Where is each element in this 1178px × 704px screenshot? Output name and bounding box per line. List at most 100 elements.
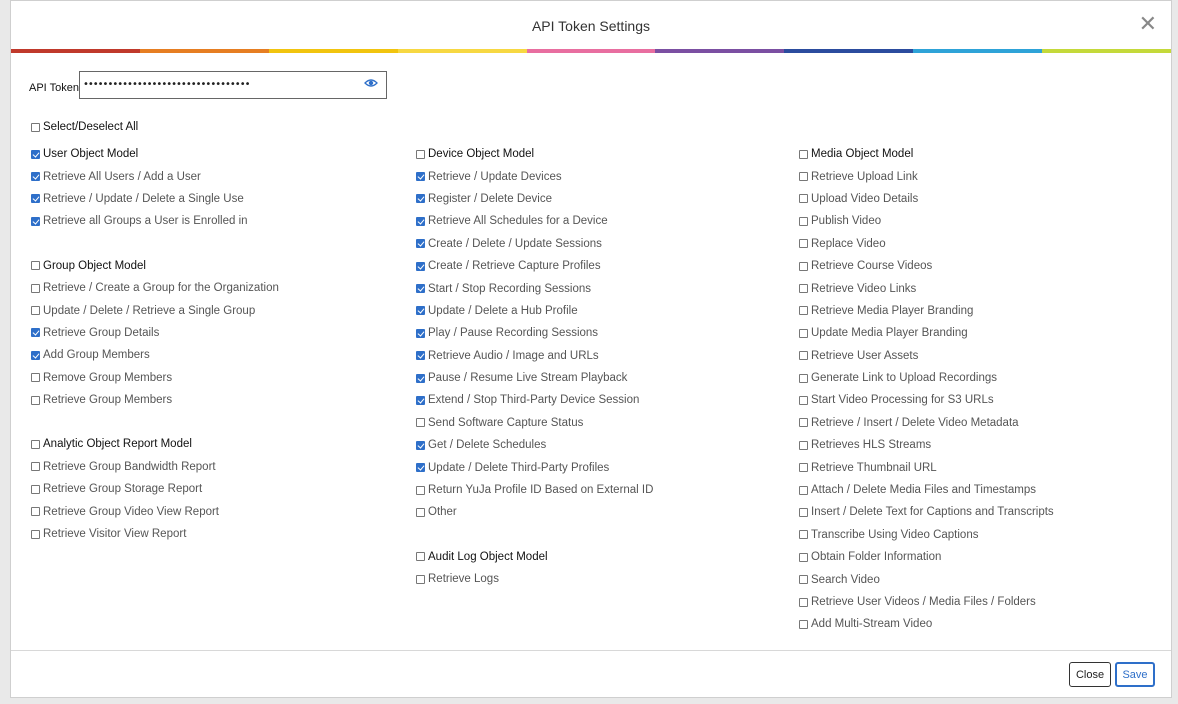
permission-checkbox-row[interactable]: Retrieve Media Player Branding bbox=[799, 300, 1054, 322]
permission-checkbox[interactable] bbox=[799, 440, 808, 450]
permission-checkbox[interactable] bbox=[799, 284, 808, 294]
close-icon[interactable]: ✕ bbox=[1139, 13, 1157, 35]
permission-checkbox-row[interactable]: Pause / Resume Live Stream Playback bbox=[416, 367, 653, 389]
permission-checkbox-row[interactable]: Attach / Delete Media Files and Timestam… bbox=[799, 479, 1054, 501]
permission-checkbox[interactable] bbox=[799, 216, 808, 226]
permission-checkbox[interactable] bbox=[416, 216, 425, 226]
permission-checkbox-row[interactable]: Retrieve / Update Devices bbox=[416, 165, 653, 187]
permission-checkbox[interactable] bbox=[31, 529, 40, 539]
permission-checkbox-row[interactable]: Publish Video bbox=[799, 210, 1054, 232]
permission-checkbox[interactable] bbox=[799, 575, 808, 585]
permission-checkbox[interactable] bbox=[416, 306, 425, 316]
permission-checkbox[interactable] bbox=[31, 172, 40, 182]
permission-checkbox[interactable] bbox=[31, 462, 40, 472]
select-all-checkbox-row[interactable]: Select/Deselect All bbox=[31, 116, 138, 138]
permission-checkbox[interactable] bbox=[416, 239, 425, 249]
group-user-object-model-checkbox-row[interactable]: User Object Model bbox=[31, 143, 279, 165]
permission-checkbox[interactable] bbox=[416, 373, 425, 383]
permission-checkbox-row[interactable]: Replace Video bbox=[799, 233, 1054, 255]
permission-checkbox-row[interactable]: Insert / Delete Text for Captions and Tr… bbox=[799, 501, 1054, 523]
permission-checkbox[interactable] bbox=[799, 619, 808, 629]
permission-checkbox[interactable] bbox=[31, 283, 40, 293]
permission-checkbox[interactable] bbox=[416, 395, 425, 405]
permission-checkbox[interactable] bbox=[799, 239, 808, 249]
close-button[interactable]: Close bbox=[1069, 662, 1111, 687]
group-checkbox[interactable] bbox=[31, 149, 40, 159]
permission-checkbox[interactable] bbox=[416, 172, 425, 182]
permission-checkbox-row[interactable]: Retrieve / Create a Group for the Organi… bbox=[31, 277, 279, 299]
permission-checkbox[interactable] bbox=[799, 530, 808, 540]
permission-checkbox-row[interactable]: Retrieve Thumbnail URL bbox=[799, 456, 1054, 478]
permission-checkbox-row[interactable]: Retrieve Audio / Image and URLs bbox=[416, 345, 653, 367]
group-checkbox[interactable] bbox=[31, 261, 40, 271]
permission-checkbox-row[interactable]: Retrieve Logs bbox=[416, 568, 653, 590]
permission-checkbox[interactable] bbox=[31, 507, 40, 517]
group-checkbox[interactable] bbox=[416, 149, 425, 159]
permission-checkbox[interactable] bbox=[31, 194, 40, 204]
permission-checkbox[interactable] bbox=[799, 597, 808, 607]
permission-checkbox[interactable] bbox=[799, 261, 808, 271]
permission-checkbox-row[interactable]: Update / Delete Third-Party Profiles bbox=[416, 456, 653, 478]
group-checkbox[interactable] bbox=[31, 439, 40, 449]
permission-checkbox[interactable] bbox=[799, 463, 808, 473]
permission-checkbox-row[interactable]: Create / Delete / Update Sessions bbox=[416, 233, 653, 255]
permission-checkbox-row[interactable]: Retrieve Upload Link bbox=[799, 165, 1054, 187]
permission-checkbox-row[interactable]: Extend / Stop Third-Party Device Session bbox=[416, 389, 653, 411]
select-all-checkbox[interactable] bbox=[31, 122, 40, 132]
group-device-object-model-checkbox-row[interactable]: Device Object Model bbox=[416, 143, 653, 165]
permission-checkbox-row[interactable]: Generate Link to Upload Recordings bbox=[799, 367, 1054, 389]
permission-checkbox-row[interactable]: Update / Delete / Retrieve a Single Grou… bbox=[31, 299, 279, 321]
permission-checkbox-row[interactable]: Retrieve Group Details bbox=[31, 322, 279, 344]
permission-checkbox-row[interactable]: Retrieve User Videos / Media Files / Fol… bbox=[799, 591, 1054, 613]
permission-checkbox[interactable] bbox=[31, 350, 40, 360]
permission-checkbox[interactable] bbox=[799, 395, 808, 405]
permission-checkbox[interactable] bbox=[31, 216, 40, 226]
permission-checkbox-row[interactable]: Retrieve Group Storage Report bbox=[31, 478, 279, 500]
permission-checkbox[interactable] bbox=[31, 395, 40, 405]
api-token-input[interactable]: •••••••••••••••••••••••••••••••••• bbox=[78, 71, 387, 99]
permission-checkbox-row[interactable]: Retrieve Course Videos bbox=[799, 255, 1054, 277]
permission-checkbox-row[interactable]: Update Media Player Branding bbox=[799, 322, 1054, 344]
permission-checkbox-row[interactable]: Get / Delete Schedules bbox=[416, 434, 653, 456]
permission-checkbox-row[interactable]: Add Group Members bbox=[31, 344, 279, 366]
permission-checkbox[interactable] bbox=[416, 463, 425, 473]
permission-checkbox[interactable] bbox=[799, 328, 808, 338]
permission-checkbox-row[interactable]: Add Multi-Stream Video bbox=[799, 613, 1054, 635]
permission-checkbox-row[interactable]: Retrieve All Users / Add a User bbox=[31, 165, 279, 187]
permission-checkbox-row[interactable]: Other bbox=[416, 501, 653, 523]
permission-checkbox[interactable] bbox=[416, 284, 425, 294]
permission-checkbox-row[interactable]: Retrieve / Update / Delete a Single Use bbox=[31, 188, 279, 210]
permission-checkbox[interactable] bbox=[416, 351, 425, 361]
permission-checkbox-row[interactable]: Start Video Processing for S3 URLs bbox=[799, 389, 1054, 411]
permission-checkbox-row[interactable]: Search Video bbox=[799, 568, 1054, 590]
permission-checkbox-row[interactable]: Update / Delete a Hub Profile bbox=[416, 300, 653, 322]
permission-checkbox-row[interactable]: Create / Retrieve Capture Profiles bbox=[416, 255, 653, 277]
permission-checkbox-row[interactable]: Return YuJa Profile ID Based on External… bbox=[416, 479, 653, 501]
eye-icon[interactable] bbox=[364, 78, 378, 88]
group-media-object-model-checkbox-row[interactable]: Media Object Model bbox=[799, 143, 1054, 165]
permission-checkbox[interactable] bbox=[416, 328, 425, 338]
permission-checkbox[interactable] bbox=[799, 552, 808, 562]
permission-checkbox[interactable] bbox=[799, 507, 808, 517]
permission-checkbox[interactable] bbox=[31, 373, 40, 383]
permission-checkbox[interactable] bbox=[416, 418, 425, 428]
permission-checkbox[interactable] bbox=[416, 261, 425, 271]
permission-checkbox-row[interactable]: Retrieve Group Members bbox=[31, 389, 279, 411]
permission-checkbox-row[interactable]: Retrieve / Insert / Delete Video Metadat… bbox=[799, 412, 1054, 434]
permission-checkbox-row[interactable]: Remove Group Members bbox=[31, 367, 279, 389]
permission-checkbox-row[interactable]: Upload Video Details bbox=[799, 188, 1054, 210]
permission-checkbox-row[interactable]: Retrieves HLS Streams bbox=[799, 434, 1054, 456]
permission-checkbox[interactable] bbox=[799, 373, 808, 383]
permission-checkbox-row[interactable]: Play / Pause Recording Sessions bbox=[416, 322, 653, 344]
permission-checkbox[interactable] bbox=[416, 194, 425, 204]
permission-checkbox[interactable] bbox=[799, 194, 808, 204]
permission-checkbox-row[interactable]: Retrieve Group Video View Report bbox=[31, 500, 279, 522]
permission-checkbox[interactable] bbox=[799, 306, 808, 316]
permission-checkbox-row[interactable]: Retrieve All Schedules for a Device bbox=[416, 210, 653, 232]
group-analytic-object-report-model-checkbox-row[interactable]: Analytic Object Report Model bbox=[31, 433, 279, 455]
permission-checkbox[interactable] bbox=[31, 306, 40, 316]
permission-checkbox-row[interactable]: Retrieve Group Bandwidth Report bbox=[31, 456, 279, 478]
permission-checkbox-row[interactable]: Retrieve Video Links bbox=[799, 277, 1054, 299]
permission-checkbox-row[interactable]: Start / Stop Recording Sessions bbox=[416, 277, 653, 299]
permission-checkbox[interactable] bbox=[416, 485, 425, 495]
